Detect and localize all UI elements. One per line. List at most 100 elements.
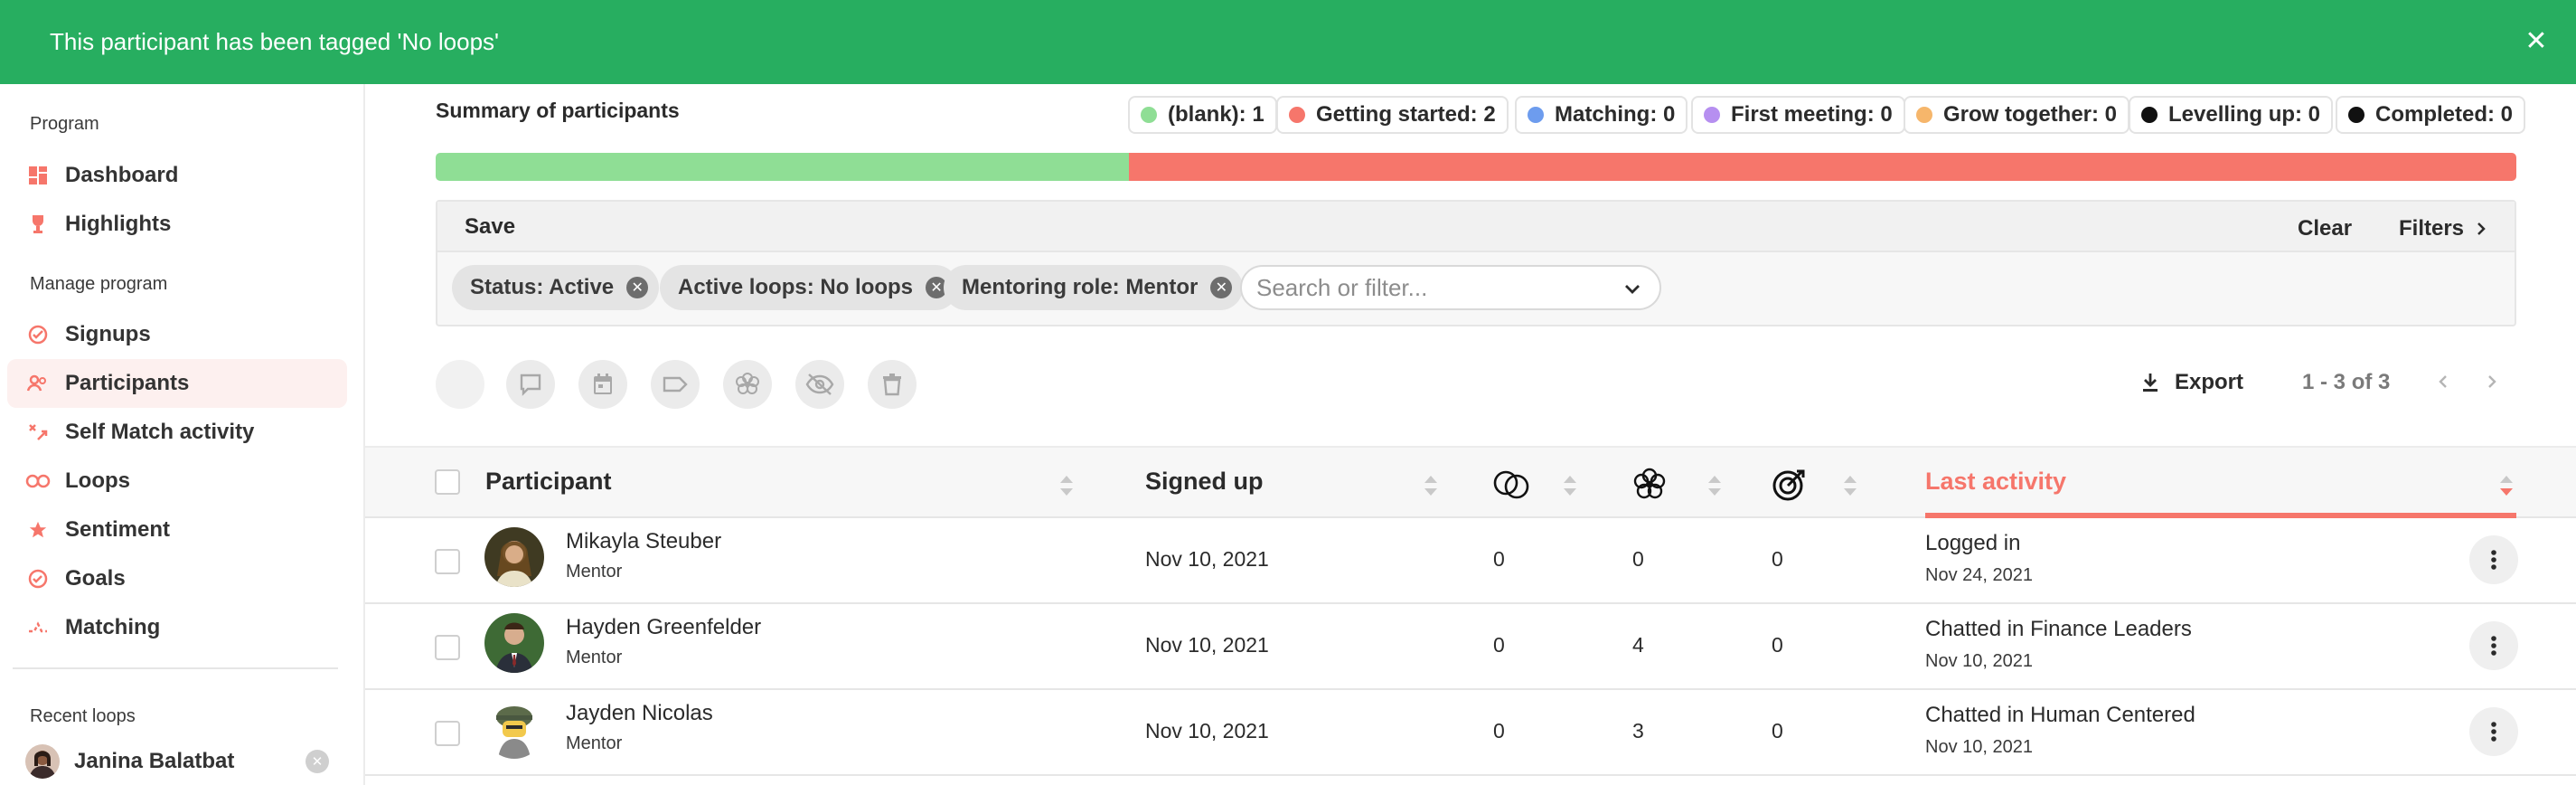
- last-activity-text: Chatted in Finance Leaders: [1925, 617, 2192, 641]
- table-row[interactable]: Jayden Nicolas Mentor Nov 10, 2021 0 3 0…: [365, 690, 2576, 776]
- next-page-button[interactable]: [2478, 368, 2505, 395]
- message-button[interactable]: [506, 360, 555, 409]
- remove-icon[interactable]: ✕: [1210, 277, 1233, 298]
- goals-count: 0: [1772, 719, 1783, 742]
- legend-label: Getting started: 2: [1316, 102, 1496, 127]
- sort-icon[interactable]: [1560, 471, 1580, 500]
- participant-name[interactable]: Hayden Greenfelder: [566, 615, 761, 640]
- participant-name[interactable]: Mikayla Steuber: [566, 529, 721, 554]
- sidebar-item-signups[interactable]: Signups: [7, 310, 347, 359]
- trash-icon: [883, 374, 901, 396]
- sidebar-item-matching[interactable]: Matching: [7, 603, 347, 652]
- progress-segment-getting-started: [1129, 153, 2516, 181]
- sidebar-item-participants[interactable]: Participants: [7, 359, 347, 408]
- section-program: Program: [30, 114, 99, 134]
- sidebar-item-highlights[interactable]: Highlights: [7, 200, 347, 249]
- legend-label: Grow together: 0: [1943, 102, 2118, 127]
- export-button[interactable]: Export: [2140, 370, 2243, 395]
- clear-button[interactable]: Clear: [2298, 216, 2352, 241]
- sidebar-item-dashboard[interactable]: Dashboard: [7, 151, 347, 200]
- chevron-left-icon: [2439, 375, 2447, 388]
- legend-label: First meeting: 0: [1731, 102, 1893, 127]
- dashboard-icon: [25, 163, 51, 188]
- row-checkbox[interactable]: [435, 549, 460, 574]
- last-activity-text: Logged in: [1925, 531, 2021, 555]
- summary-title: Summary of participants: [436, 99, 680, 122]
- sort-icon[interactable]: [1840, 471, 1860, 500]
- progress-segment-blank: [436, 153, 1130, 181]
- sort-icon[interactable]: [1057, 471, 1076, 500]
- table-row[interactable]: Mikayla Steuber Mentor Nov 10, 2021 0 0 …: [365, 518, 2576, 604]
- legend-blank: (blank): 1: [1128, 96, 1277, 134]
- hide-button[interactable]: [795, 360, 844, 409]
- main-content: Summary of participants (blank): 1 Getti…: [365, 84, 2576, 785]
- prev-page-button[interactable]: [2430, 368, 2457, 395]
- chat-icon: [520, 374, 541, 396]
- select-all-toggle[interactable]: [436, 360, 484, 409]
- sidebar-item-self-match[interactable]: Self Match activity: [7, 408, 347, 457]
- goals-count: 0: [1772, 633, 1783, 657]
- filter-panel-header: Save Clear Filters: [437, 202, 2515, 252]
- recent-loop-item[interactable]: Janina Balatbat ✕: [7, 741, 347, 782]
- row-menu-button[interactable]: [2469, 707, 2518, 756]
- tag-button[interactable]: [651, 360, 700, 409]
- close-icon[interactable]: ✕: [2520, 24, 2552, 57]
- remove-icon[interactable]: ✕: [626, 277, 649, 298]
- sidebar-item-loops[interactable]: Loops: [7, 457, 347, 506]
- filters-label: Filters: [2399, 216, 2465, 241]
- flower-column-icon[interactable]: [1631, 466, 1669, 504]
- eye-off-icon: [805, 374, 834, 395]
- loops-column-icon[interactable]: [1490, 468, 1533, 502]
- sidebar-item-label: Sentiment: [65, 517, 171, 542]
- row-checkbox[interactable]: [435, 721, 460, 746]
- sort-icon[interactable]: [1705, 471, 1725, 500]
- chevron-down-icon[interactable]: [1622, 278, 1643, 299]
- select-all-checkbox[interactable]: [435, 469, 460, 495]
- sidebar-item-label: Self Match activity: [65, 420, 255, 444]
- header-last-activity[interactable]: Last activity: [1925, 468, 2066, 496]
- filters-button[interactable]: Filters: [2399, 216, 2489, 241]
- filter-chip-active-loops[interactable]: Active loops: No loops ✕: [660, 265, 959, 310]
- last-activity-date: Nov 10, 2021: [1925, 651, 2033, 671]
- schedule-button[interactable]: [578, 360, 627, 409]
- close-icon[interactable]: ✕: [306, 750, 329, 773]
- search-filter-box[interactable]: [1240, 265, 1661, 310]
- legend-getting-started: Getting started: 2: [1276, 96, 1509, 134]
- status-progress-bar: [436, 153, 2516, 181]
- sort-desc-icon[interactable]: [2496, 471, 2516, 500]
- goals-count: 0: [1772, 547, 1783, 571]
- filter-chip-status[interactable]: Status: Active ✕: [452, 265, 660, 310]
- sidebar-item-sentiment[interactable]: Sentiment: [7, 506, 347, 554]
- legend-dot: [2141, 107, 2158, 123]
- calendar-icon: [594, 374, 612, 394]
- goal-target-icon[interactable]: [1770, 466, 1808, 504]
- sidebar-item-label: Matching: [65, 615, 161, 639]
- more-vertical-icon: [2491, 550, 2496, 570]
- row-checkbox[interactable]: [435, 635, 460, 660]
- signed-up-date: Nov 10, 2021: [1145, 719, 1269, 742]
- row-menu-button[interactable]: [2469, 535, 2518, 584]
- chip-label: Status: Active: [470, 275, 615, 299]
- table-header: Participant Signed up Last activity: [365, 446, 2576, 518]
- delete-button[interactable]: [868, 360, 917, 409]
- participant-role: Mentor: [566, 648, 623, 667]
- save-button[interactable]: Save: [465, 214, 515, 240]
- row-menu-button[interactable]: [2469, 621, 2518, 670]
- search-input[interactable]: [1256, 273, 1600, 302]
- sort-icon[interactable]: [1421, 471, 1441, 500]
- header-signed-up[interactable]: Signed up: [1145, 468, 1264, 496]
- filter-chip-mentoring-role[interactable]: Mentoring role: Mentor ✕: [944, 265, 1244, 310]
- loop-button[interactable]: [723, 360, 772, 409]
- trophy-icon: [25, 212, 51, 237]
- table-row[interactable]: Hayden Greenfelder Mentor Nov 10, 2021 0…: [365, 604, 2576, 690]
- header-participant[interactable]: Participant: [485, 468, 612, 496]
- section-manage: Manage program: [30, 274, 168, 294]
- toast-banner: This participant has been tagged 'No loo…: [0, 0, 2576, 84]
- flower-count: 3: [1632, 719, 1644, 742]
- flower-count: 4: [1632, 633, 1644, 657]
- sidebar-item-goals[interactable]: Goals: [7, 554, 347, 603]
- participants-icon: [25, 371, 51, 396]
- participant-name[interactable]: Jayden Nicolas: [566, 701, 713, 726]
- legend-label: Levelling up: 0: [2168, 102, 2321, 127]
- legend-completed: Completed: 0: [2336, 96, 2526, 134]
